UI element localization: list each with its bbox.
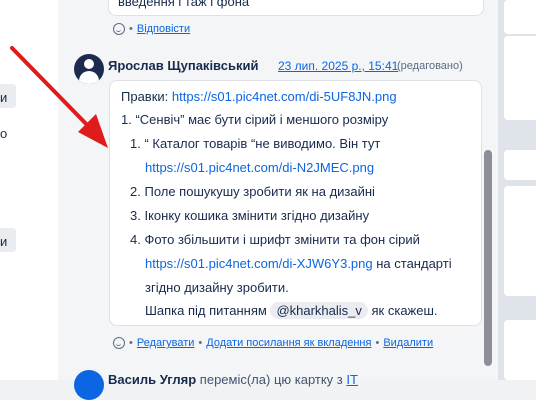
annotation-arrow-icon — [10, 46, 108, 148]
